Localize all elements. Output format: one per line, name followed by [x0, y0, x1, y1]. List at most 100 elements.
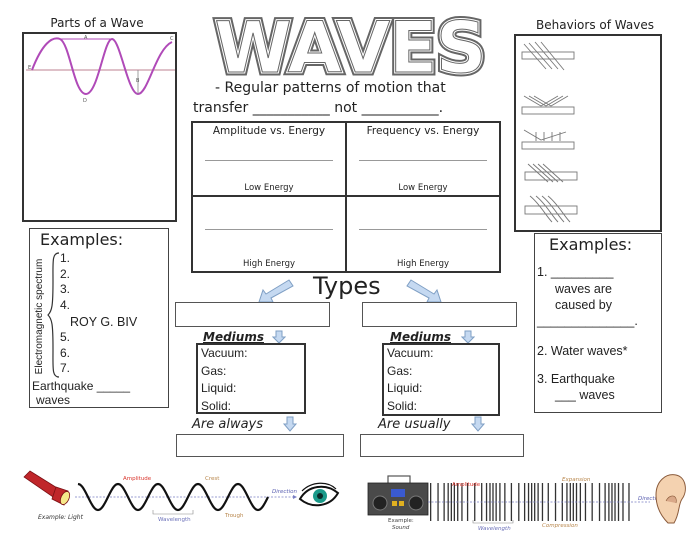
sound-bar — [447, 483, 449, 521]
arrow-left-down-icon — [258, 279, 294, 303]
page-title: WAVES WAVES WAVES — [208, 4, 493, 93]
right-examples-box: Examples: 1. _________ waves are caused … — [534, 233, 662, 413]
medium-vacuum: Vacuum: — [387, 346, 434, 360]
transmission-icon — [521, 41, 575, 71]
sound-bar — [527, 483, 530, 521]
are-always-label: Are always — [192, 417, 264, 432]
sound-bar — [510, 483, 513, 521]
em-item: 1. — [60, 251, 71, 265]
medium-liquid: Liquid: — [201, 381, 237, 395]
left-mediums-label: Mediums — [203, 330, 264, 344]
trough-label: Trough — [224, 513, 244, 519]
diffraction-icon — [524, 195, 578, 223]
sound-bar — [430, 483, 432, 521]
answer-line — [359, 229, 487, 230]
medium-solid: Solid: — [201, 398, 232, 413]
compression-label: Compression — [542, 523, 578, 529]
type-right-input[interactable] — [362, 302, 517, 327]
sound-example-label-1: Example: — [388, 518, 414, 524]
em-list-bottom: 5. 6. 7. — [60, 330, 70, 377]
arrow-right-down-icon — [406, 279, 442, 303]
ear-icon — [655, 474, 686, 524]
energy-grid: Amplitude vs. Energy Low Energy Frequenc… — [191, 121, 501, 273]
amplitude-label: Amplitude — [452, 482, 481, 488]
refraction-icon — [524, 163, 578, 183]
wave-parts-diagram: A B C D E — [26, 35, 175, 104]
light-wave-diagram: Example: Light Amplitude Crest Trough Wa… — [23, 470, 340, 523]
left-examples-title: Examples: — [40, 230, 124, 249]
light-example-label: Example: Light — [38, 514, 84, 521]
frequency-high-cell: High Energy — [347, 197, 499, 271]
frequency-header: Frequency vs. Energy — [366, 125, 480, 137]
answer-line — [205, 160, 333, 161]
right-mediums-label: Mediums — [390, 330, 451, 344]
sound-example-label-2: Sound — [392, 525, 410, 531]
parts-of-wave-title: Parts of a Wave — [50, 16, 144, 30]
em-list-top: 1. 2. 3. 4. — [60, 251, 70, 313]
down-arrow-icon — [272, 330, 286, 344]
frequency-low-cell: Frequency vs. Energy Low Energy — [347, 123, 499, 197]
right-mediums-box: Vacuum: Gas: Liquid: Solid: — [382, 343, 500, 416]
are-always-input[interactable] — [176, 434, 344, 457]
reflection-icon — [521, 95, 575, 115]
answer-line — [205, 229, 333, 230]
sound-wave-diagram: Example: Sound Amplitude Expansion Wavel… — [367, 474, 686, 532]
label-c: C — [170, 36, 174, 42]
answer-line — [359, 160, 487, 161]
high-energy-label: High Energy — [243, 259, 295, 269]
down-arrow-icon — [471, 416, 485, 432]
svg-text:WAVES: WAVES — [215, 10, 486, 80]
wavelength-label: Wavelength — [478, 526, 511, 532]
type-left-input[interactable] — [175, 302, 330, 327]
em-item: 6. — [60, 345, 71, 360]
absorption-icon — [521, 129, 575, 150]
amplitude-label: Amplitude — [123, 476, 152, 482]
left-examples-box: Examples: Electromagnetic spectrum 1. 2.… — [29, 228, 169, 408]
behaviors-title: Behaviors of Waves — [536, 18, 654, 32]
definition-line-1: - Regular patterns of motion that — [215, 80, 446, 96]
medium-gas: Gas: — [387, 363, 413, 378]
crest-label: Crest — [205, 476, 220, 482]
parts-of-wave-box: A B C D E — [22, 32, 177, 222]
label-e: E — [28, 65, 31, 71]
are-usually-input[interactable] — [360, 434, 524, 457]
right-item1-d: ______________. — [537, 314, 638, 328]
label-a: A — [84, 35, 88, 41]
boombox-icon — [367, 475, 429, 516]
eye-icon — [298, 482, 340, 507]
earthquake-line-2: waves — [36, 393, 71, 407]
amplitude-high-cell: High Energy — [193, 197, 347, 271]
right-examples-title: Examples: — [549, 235, 633, 254]
down-arrow-icon — [283, 416, 297, 432]
sound-bar — [485, 483, 488, 521]
definition-line-2: transfer ___________ not ___________. — [193, 100, 444, 116]
left-mediums-box: Vacuum: Gas: Liquid: Solid: — [196, 343, 306, 414]
wavelength-label: Wavelength — [158, 517, 191, 523]
direction-label: Direction — [272, 489, 297, 495]
sound-bar — [622, 483, 624, 521]
em-item: 5. — [60, 330, 71, 344]
are-usually-label: Are usually — [378, 417, 451, 432]
right-item1-b: waves are — [555, 282, 612, 296]
amplitude-low-cell: Amplitude vs. Energy Low Energy — [193, 123, 347, 197]
right-item3-a: 3. Earthquake — [537, 372, 615, 386]
spectrum-label: Electromagnetic spectrum — [34, 258, 45, 375]
flashlight-icon — [23, 470, 71, 506]
em-item: 2. — [60, 266, 71, 281]
high-energy-label: High Energy — [397, 259, 449, 269]
label-b: B — [136, 78, 140, 84]
low-energy-label: Low Energy — [398, 183, 448, 193]
medium-solid: Solid: — [387, 398, 418, 413]
medium-gas: Gas: — [201, 363, 227, 378]
sound-bar — [541, 483, 544, 521]
medium-liquid: Liquid: — [387, 381, 423, 395]
down-arrow-icon — [461, 330, 475, 344]
right-item3-b: ___ waves — [555, 388, 615, 402]
roygbiv-mnemonic: ROY G. BIV — [70, 315, 138, 329]
em-item: 7. — [60, 361, 71, 375]
low-energy-label: Low Energy — [244, 183, 294, 193]
earthquake-line-1: Earthquake _____ — [32, 379, 131, 393]
label-d: D — [83, 98, 87, 104]
em-item: 4. — [60, 297, 71, 312]
right-item1-c: caused by — [555, 298, 612, 312]
